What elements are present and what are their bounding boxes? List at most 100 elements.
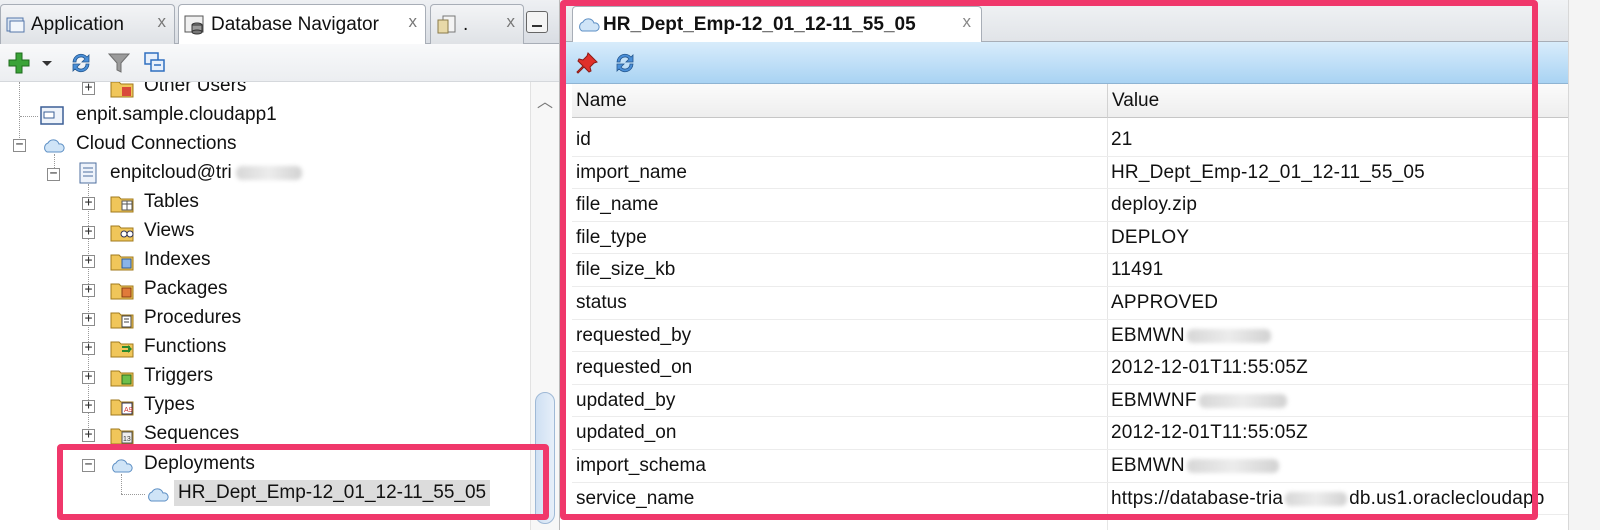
functions-folder-icon xyxy=(110,341,134,358)
tree-node-label: Types xyxy=(144,394,195,415)
property-value-text: 2012-12-01T11:55:05Z xyxy=(1111,422,1308,444)
scrollbar-thumb[interactable] xyxy=(535,392,555,524)
tab-application[interactable]: Application x xyxy=(0,4,175,44)
property-name: updated_by xyxy=(576,389,676,411)
chevron-down-icon[interactable] xyxy=(40,50,54,76)
tab-deployment-close-icon[interactable]: x xyxy=(963,12,972,32)
table-row[interactable]: import_schema EBMWN xyxy=(572,450,1600,483)
property-name: import_name xyxy=(576,161,687,183)
editor-scrollbar[interactable] xyxy=(1568,0,1600,530)
refresh-icon[interactable] xyxy=(612,50,638,76)
refresh-icon[interactable] xyxy=(68,50,94,76)
expand-icon[interactable]: + xyxy=(82,312,95,326)
expand-icon[interactable]: + xyxy=(82,370,95,384)
tree-node-deployments[interactable]: − Deployments xyxy=(0,451,520,480)
expand-icon[interactable]: + xyxy=(82,196,95,210)
property-name: file_type xyxy=(576,226,647,248)
properties-table: Name Value id 21 import_name HR_Dept_Emp-12… xyxy=(572,84,1600,530)
connection-name: enpitcloud@tri xyxy=(110,162,232,183)
table-row[interactable]: requested_by EBMWN xyxy=(572,320,1600,353)
property-value-text: DEPLOY xyxy=(1111,226,1190,248)
property-value: deploy.zip xyxy=(1111,194,1197,216)
application-icon xyxy=(6,17,25,32)
collapse-all-icon[interactable] xyxy=(142,50,168,76)
expand-icon[interactable]: + xyxy=(82,82,95,95)
table-row[interactable]: requested_on 2012-12-01T11:55:05Z xyxy=(572,352,1600,385)
column-header-value[interactable]: Value xyxy=(1108,84,1600,118)
expand-icon[interactable]: + xyxy=(82,341,95,355)
tab-deployment[interactable]: HR_Dept_Emp-12_01_12-11_55_05 x xyxy=(572,6,982,42)
column-header-name[interactable]: Name xyxy=(572,84,1108,118)
table-row[interactable]: file_name deploy.zip xyxy=(572,189,1600,222)
property-value: https://database-tria db.us1.oracleclouda… xyxy=(1111,488,1545,510)
property-name: id xyxy=(576,129,591,150)
tab-file-close-icon[interactable]: x xyxy=(507,12,516,32)
tree-node-label: HR_Dept_Emp-12_01_12-11_55_05 xyxy=(174,480,491,506)
tree-node-packages[interactable]: + Packages xyxy=(0,276,520,305)
connection-document-icon xyxy=(79,162,97,184)
property-value: 2012-12-01T11:55:05Z xyxy=(1111,422,1308,444)
expand-icon[interactable]: + xyxy=(82,254,95,268)
tree-node-cloudapp[interactable]: enpit.sample.cloudapp1 xyxy=(0,102,520,131)
svg-text:13: 13 xyxy=(123,436,131,443)
tree-node-views[interactable]: + Views xyxy=(0,218,520,247)
property-value-text: EBMWN xyxy=(1111,455,1185,476)
expand-icon[interactable]: + xyxy=(82,225,95,239)
property-name: requested_on xyxy=(576,357,693,379)
tab-file-label: . xyxy=(463,13,469,35)
tree-node-tables[interactable]: + Tables xyxy=(0,189,520,218)
collapse-icon[interactable]: − xyxy=(47,167,60,181)
tab-application-label: Application xyxy=(31,13,124,35)
property-value-text: EBMWNF xyxy=(1111,389,1197,411)
tree-node-label: Indexes xyxy=(144,249,211,270)
tree-node-deployment-item[interactable]: HR_Dept_Emp-12_01_12-11_55_05 xyxy=(0,480,520,509)
tree-node-indexes[interactable]: + Indexes xyxy=(0,247,520,276)
editor-toolbar xyxy=(560,42,1600,84)
minimize-button[interactable] xyxy=(526,11,548,33)
pin-icon[interactable] xyxy=(574,50,600,76)
tab-database-navigator-close-icon[interactable]: x xyxy=(409,12,418,32)
collapse-icon[interactable]: − xyxy=(13,138,26,152)
table-row[interactable]: file_size_kb 11491 xyxy=(572,254,1600,287)
tree-node-sequences[interactable]: +13 Sequences xyxy=(0,421,520,450)
tree-node-types[interactable]: + A9 Types xyxy=(0,392,520,421)
property-value: EBMWN xyxy=(1111,455,1281,477)
table-row[interactable]: import_name HR_Dept_Emp-12_01_12-11_55_05 xyxy=(572,157,1600,190)
filter-icon[interactable] xyxy=(106,50,132,76)
database-navigator-icon xyxy=(184,15,204,35)
tab-application-close-icon[interactable]: x xyxy=(158,12,167,32)
tree-node-other-users[interactable]: + Other Users xyxy=(0,82,520,102)
tree-node-procedures[interactable]: + Procedures xyxy=(0,305,520,334)
expand-icon[interactable]: + xyxy=(82,399,95,413)
table-row[interactable]: id 21 xyxy=(572,124,1600,157)
collapse-icon[interactable]: − xyxy=(82,458,95,472)
table-row[interactable]: file_type DEPLOY xyxy=(572,222,1600,255)
chevron-up-icon[interactable]: ︿ xyxy=(537,88,553,112)
property-value: DEPLOY xyxy=(1111,227,1189,249)
tab-file[interactable]: . x xyxy=(430,4,524,44)
tree-node-cloud-connections[interactable]: − Cloud Connections xyxy=(0,131,520,160)
tab-deployment-label: HR_Dept_Emp-12_01_12-11_55_05 xyxy=(603,13,916,35)
tree-scrollbar[interactable]: ︿ xyxy=(530,82,559,530)
expand-icon[interactable]: + xyxy=(82,283,95,297)
table-row[interactable]: status APPROVED xyxy=(572,287,1600,320)
table-row[interactable]: updated_by EBMWNF xyxy=(572,385,1600,418)
tree-node-functions[interactable]: + Functions xyxy=(0,334,520,363)
expand-icon[interactable]: + xyxy=(82,428,95,442)
redacted-text xyxy=(1285,491,1348,506)
add-connection-icon[interactable] xyxy=(6,50,32,76)
tree-node-label: Deployments xyxy=(144,453,255,474)
other-users-folder-icon xyxy=(110,82,134,98)
redacted-text xyxy=(1186,458,1279,473)
tree-node-label: Procedures xyxy=(144,307,242,328)
property-name: updated_on xyxy=(576,422,677,444)
table-row[interactable]: updated_on 2012-12-01T11:55:05Z xyxy=(572,417,1600,450)
right-panel: HR_Dept_Emp-12_01_12-11_55_05 x Name Val… xyxy=(560,0,1600,530)
tree-node-connection[interactable]: − enpitcloud@tri xyxy=(0,160,520,189)
tree-node-triggers[interactable]: + Triggers xyxy=(0,363,520,392)
tab-database-navigator[interactable]: Database Navigator x xyxy=(178,4,426,45)
navigator-tree: + Other Users enpit.sample.cloudapp1 − C… xyxy=(0,82,530,530)
sequences-folder-icon: 13 xyxy=(110,428,134,445)
views-folder-icon xyxy=(110,225,134,242)
table-row[interactable]: service_name https://database-tria db.us1.… xyxy=(572,483,1600,516)
